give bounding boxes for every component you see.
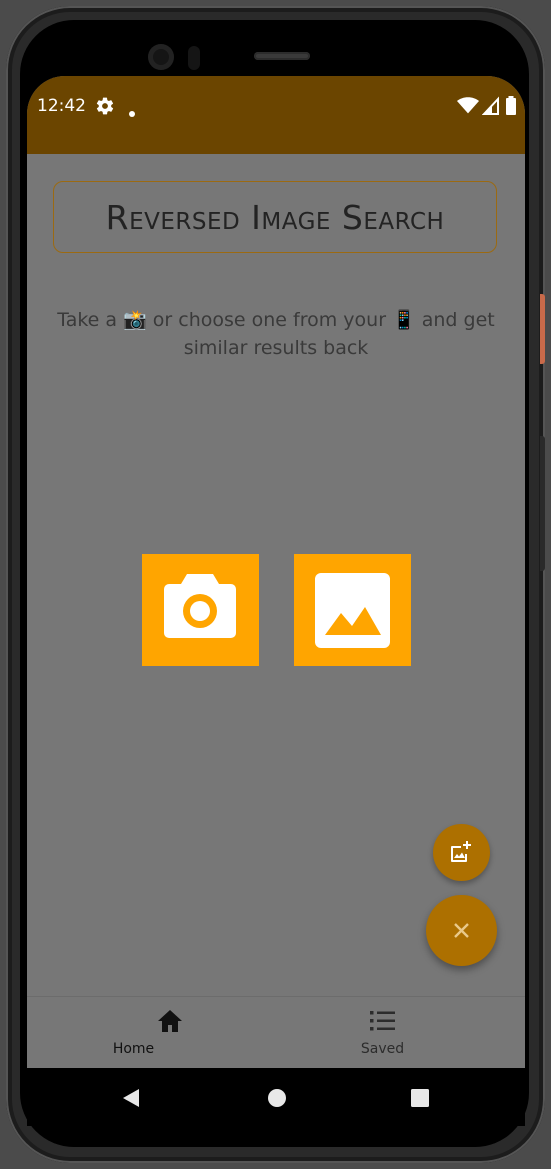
- earpiece-speaker: [254, 52, 310, 60]
- recents-icon[interactable]: [411, 1089, 429, 1111]
- back-icon[interactable]: [122, 1088, 140, 1112]
- bottom-nav: Home Saved: [27, 996, 525, 1069]
- add-photo-icon: [450, 841, 472, 867]
- system-nav-bar: [27, 1068, 525, 1126]
- front-camera: [148, 44, 174, 70]
- list-icon: [369, 1009, 396, 1037]
- nav-label-saved: Saved: [360, 1041, 405, 1057]
- nav-item-saved[interactable]: Saved: [276, 997, 525, 1069]
- home-circle-icon[interactable]: [267, 1088, 287, 1112]
- volume-button: [540, 436, 545, 571]
- home-icon: [157, 1009, 183, 1037]
- title-box: Reversed Image Search: [53, 181, 497, 253]
- nav-label-home: Home: [112, 1041, 155, 1057]
- gallery-button[interactable]: [294, 554, 411, 666]
- image-icon: [315, 573, 390, 652]
- signal-icon: [481, 96, 500, 120]
- device-screen: 12:42 Reversed Image Search Take a 📸 or …: [27, 76, 525, 1126]
- gear-icon: [95, 96, 115, 120]
- proximity-sensor: [188, 46, 200, 70]
- close-icon: [453, 922, 470, 943]
- notification-dot-icon: [128, 103, 136, 122]
- page-title: Reversed Image Search: [105, 197, 445, 237]
- status-time: 12:42: [37, 96, 86, 116]
- status-bar: 12:42: [27, 76, 525, 154]
- wifi-icon: [457, 96, 479, 120]
- camera-button[interactable]: [142, 554, 259, 666]
- nav-item-home[interactable]: Home: [27, 997, 276, 1069]
- camera-icon: [159, 568, 241, 650]
- battery-icon: [505, 96, 517, 120]
- power-button: [540, 294, 545, 364]
- add-photo-fab[interactable]: [433, 824, 490, 881]
- instruction-text: Take a 📸 or choose one from your 📱 and g…: [57, 309, 495, 359]
- app-body: Reversed Image Search Take a 📸 or choose…: [27, 154, 525, 1068]
- close-fab[interactable]: [426, 895, 497, 966]
